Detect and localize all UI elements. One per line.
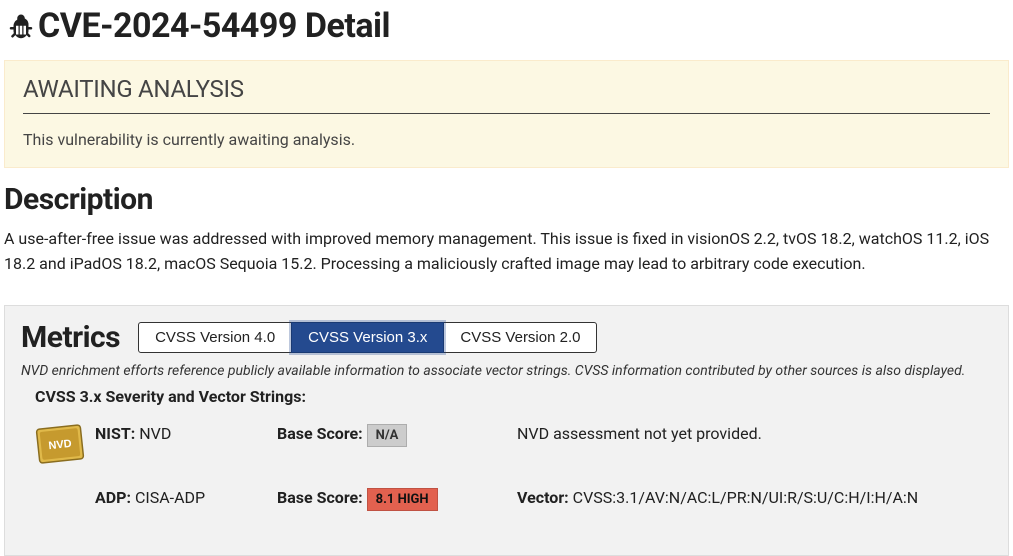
description-text: A use-after-free issue was addressed wit… — [4, 227, 1009, 277]
enrichment-note: NVD enrichment efforts reference publicl… — [21, 363, 992, 379]
adp-source-label: ADP: — [95, 488, 131, 507]
tab-cvss-v2[interactable]: CVSS Version 2.0 — [443, 322, 597, 353]
score-row-adp: ADP: CISA-ADP Base Score: 8.1 HIGH Vecto… — [35, 488, 992, 511]
bug-icon — [6, 11, 36, 41]
svg-text:NVD: NVD — [48, 437, 72, 451]
nvd-icon: NVD — [35, 424, 85, 464]
nist-vector: NVD assessment not yet provided. — [517, 424, 762, 443]
adp-vector-value: CVSS:3.1/AV:N/AC:L/PR:N/UI:R/S:U/C:H/I:H… — [573, 488, 919, 507]
tab-cvss-v3[interactable]: CVSS Version 3.x — [291, 322, 444, 353]
alert-heading: AWAITING ANALYSIS — [23, 75, 990, 114]
adp-source: ADP: CISA-ADP — [95, 488, 277, 507]
metrics-header: Metrics CVSS Version 4.0 CVSS Version 3.… — [21, 320, 992, 355]
page-title: CVE-2024-54499 Detail — [6, 6, 1009, 46]
nist-source-label: NIST: — [95, 424, 135, 443]
nist-score-badge: N/A — [367, 424, 408, 447]
tab-cvss-v4[interactable]: CVSS Version 4.0 — [138, 322, 292, 353]
cvss-tabs: CVSS Version 4.0 CVSS Version 3.x CVSS V… — [138, 322, 597, 353]
adp-source-value: CISA-ADP — [135, 488, 205, 507]
metrics-panel: Metrics CVSS Version 4.0 CVSS Version 3.… — [4, 305, 1009, 556]
page-title-text: CVE-2024-54499 Detail — [38, 6, 390, 46]
metrics-heading: Metrics — [21, 320, 120, 355]
score-row-nist: NVD NIST: NVD Base Score: N/A NVD assess… — [35, 424, 992, 464]
adp-score: Base Score: 8.1 HIGH — [277, 488, 517, 511]
status-alert: AWAITING ANALYSIS This vulnerability is … — [4, 60, 1009, 168]
nist-score: Base Score: N/A — [277, 424, 517, 447]
adp-score-badge: 8.1 HIGH — [367, 488, 438, 511]
severity-heading: CVSS 3.x Severity and Vector Strings: — [35, 387, 992, 406]
nist-source-value: NVD — [139, 424, 171, 443]
description-heading: Description — [4, 182, 1009, 217]
nist-vector-text: NVD assessment not yet provided. — [517, 424, 762, 443]
adp-vector-label: Vector: — [517, 488, 569, 507]
adp-vector: Vector: CVSS:3.1/AV:N/AC:L/PR:N/UI:R/S:U… — [517, 488, 918, 507]
alert-body: This vulnerability is currently awaiting… — [23, 130, 990, 149]
nist-source: NIST: NVD — [95, 424, 277, 443]
adp-score-label: Base Score: — [277, 488, 363, 507]
nist-score-label: Base Score: — [277, 424, 363, 443]
